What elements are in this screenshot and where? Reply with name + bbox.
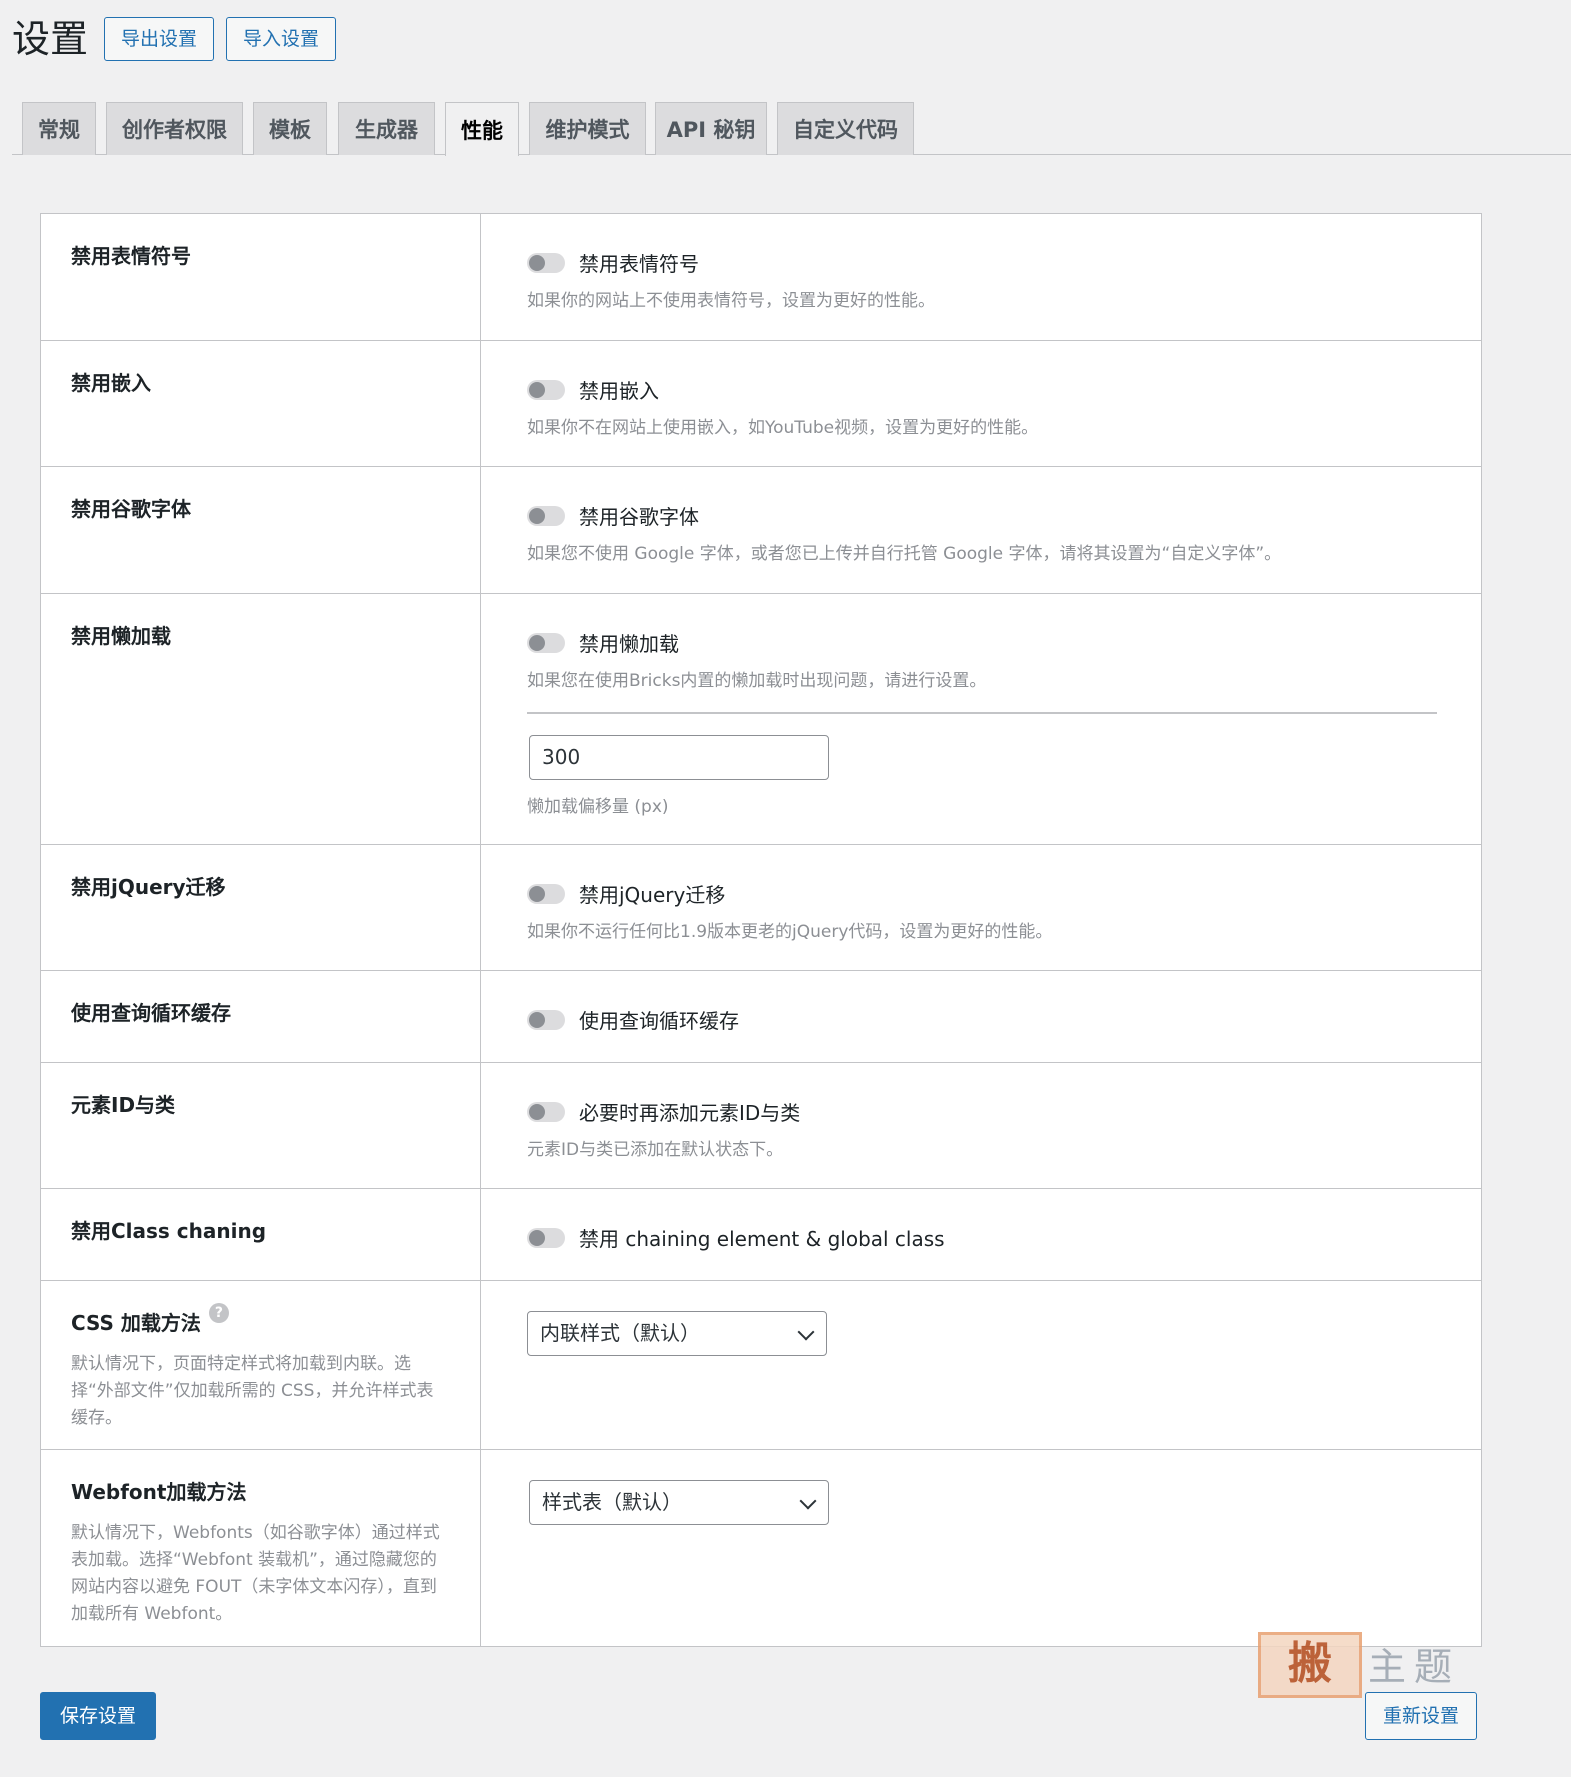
export-settings-button[interactable]: 导出设置 — [104, 17, 215, 61]
toggle-knob — [529, 634, 545, 651]
setting-label: 禁用jQuery迁移 — [71, 875, 226, 899]
chevron-down-icon — [797, 1323, 815, 1341]
setting-description: 默认情况下，页面特定样式将加载到内联。选择“外部文件”仅加载所需的 CSS，并允… — [71, 1354, 434, 1428]
page-title: 设置 — [12, 17, 89, 61]
toggle-label: 禁用 chaining element & global class — [579, 1227, 945, 1251]
setting-description: 如果你不在网站上使用嵌入，如YouTube视频，设置为更好的性能。 — [527, 418, 1039, 438]
setting-row-webfont-loading-method: Webfont加载方法 默认情况下，Webfonts（如谷歌字体）通过样式表加载… — [41, 1449, 1481, 1646]
setting-row-disable-class-chaining: 禁用Class chaning 禁用 chaining element & gl… — [41, 1188, 1481, 1280]
tab-templates[interactable]: 模板 — [253, 102, 327, 155]
toggle-label: 禁用谷歌字体 — [579, 505, 699, 529]
element-id-class-toggle[interactable] — [527, 1101, 565, 1122]
help-icon[interactable]: ? — [208, 1303, 229, 1323]
import-settings-button[interactable]: 导入设置 — [226, 17, 337, 61]
watermark-box: 搬 — [1258, 1632, 1362, 1698]
setting-label: 禁用懒加载 — [71, 624, 171, 648]
tab-builder[interactable]: 生成器 — [338, 102, 435, 155]
setting-row-query-loop-cache: 使用查询循环缓存 使用查询循环缓存 — [41, 970, 1481, 1062]
lazy-load-offset-description: 懒加载偏移量 (px) — [527, 797, 669, 817]
disable-google-fonts-toggle[interactable] — [527, 505, 565, 526]
toggle-label: 使用查询循环缓存 — [579, 1009, 739, 1033]
save-settings-button[interactable]: 保存设置 — [40, 1692, 157, 1740]
selected-value: 内联样式（默认） — [540, 1321, 700, 1345]
setting-description: 默认情况下，Webfonts（如谷歌字体）通过样式表加载。选择“Webfont … — [71, 1523, 440, 1624]
setting-label: Webfont加载方法 — [71, 1480, 247, 1504]
setting-label: 禁用Class chaning — [71, 1219, 267, 1243]
setting-description: 如果您在使用Bricks内置的懒加载时出现问题，请进行设置。 — [527, 671, 987, 691]
toggle-label: 必要时再添加元素ID与类 — [579, 1101, 801, 1125]
lazy-load-offset-input[interactable]: 300 — [529, 735, 829, 780]
toggle-label: 禁用jQuery迁移 — [579, 883, 726, 907]
settings-tabs: 常规 创作者权限 模板 生成器 性能 维护模式 API 秘钥 自定义代码 — [12, 102, 1571, 156]
setting-label: 禁用表情符号 — [71, 244, 191, 268]
setting-row-disable-google-fonts: 禁用谷歌字体 禁用谷歌字体 如果您不使用 Google 字体，或者您已上传并自行… — [41, 466, 1481, 593]
toggle-knob — [529, 254, 545, 271]
tab-maintenance-mode[interactable]: 维护模式 — [529, 102, 646, 155]
setting-row-disable-jquery-migrate: 禁用jQuery迁移 禁用jQuery迁移 如果你不运行任何比1.9版本更老的j… — [41, 844, 1481, 970]
performance-settings-table: 禁用表情符号 禁用表情符号 如果你的网站上不使用表情符号，设置为更好的性能。 禁… — [40, 213, 1482, 1647]
setting-label: 禁用嵌入 — [71, 371, 151, 395]
css-loading-method-select[interactable]: 内联样式（默认） — [527, 1311, 827, 1356]
disable-jquery-migrate-toggle[interactable] — [527, 883, 565, 904]
toggle-label: 禁用懒加载 — [579, 632, 679, 656]
setting-label: 使用查询循环缓存 — [71, 1001, 231, 1025]
query-loop-cache-toggle[interactable] — [527, 1009, 565, 1030]
toggle-knob — [529, 1011, 545, 1028]
setting-description: 如果您不使用 Google 字体，或者您已上传并自行托管 Google 字体，请… — [527, 544, 1282, 564]
setting-row-disable-embed: 禁用嵌入 禁用嵌入 如果你不在网站上使用嵌入，如YouTube视频，设置为更好的… — [41, 340, 1481, 466]
disable-class-chaining-toggle[interactable] — [527, 1227, 565, 1248]
tab-api-keys[interactable]: API 秘钥 — [655, 102, 767, 155]
toggle-knob — [529, 507, 545, 524]
setting-description: 元素ID与类已添加在默认状态下。 — [527, 1140, 784, 1160]
disable-embed-toggle[interactable] — [527, 379, 565, 400]
disable-lazy-load-toggle[interactable] — [527, 632, 565, 653]
chevron-down-icon — [799, 1492, 817, 1510]
setting-description: 如果你的网站上不使用表情符号，设置为更好的性能。 — [527, 291, 935, 311]
toggle-knob — [529, 1103, 545, 1120]
setting-label: 禁用谷歌字体 — [71, 497, 191, 521]
tab-performance[interactable]: 性能 — [445, 102, 519, 156]
setting-row-css-loading-method: CSS 加载方法? 默认情况下，页面特定样式将加载到内联。选择“外部文件”仅加载… — [41, 1280, 1481, 1449]
toggle-label: 禁用嵌入 — [579, 379, 659, 403]
setting-row-disable-emoji: 禁用表情符号 禁用表情符号 如果你的网站上不使用表情符号，设置为更好的性能。 — [41, 214, 1481, 340]
setting-label: CSS 加载方法 — [71, 1311, 201, 1335]
setting-label: 元素ID与类 — [71, 1093, 176, 1117]
reset-settings-button[interactable]: 重新设置 — [1365, 1692, 1478, 1740]
toggle-knob — [529, 885, 545, 902]
tab-general[interactable]: 常规 — [22, 102, 96, 155]
setting-row-element-id-class: 元素ID与类 必要时再添加元素ID与类 元素ID与类已添加在默认状态下。 — [41, 1062, 1481, 1188]
setting-description: 如果你不运行任何比1.9版本更老的jQuery代码，设置为更好的性能。 — [527, 922, 1053, 942]
tab-custom-code[interactable]: 自定义代码 — [777, 102, 914, 155]
divider — [527, 712, 1437, 714]
selected-value: 样式表（默认） — [542, 1490, 682, 1514]
disable-emoji-toggle[interactable] — [527, 252, 565, 273]
setting-row-disable-lazy-load: 禁用懒加载 禁用懒加载 如果您在使用Bricks内置的懒加载时出现问题，请进行设… — [41, 593, 1481, 844]
watermark-text: 主题 — [1368, 1645, 1461, 1689]
toggle-knob — [529, 381, 545, 398]
toggle-label: 禁用表情符号 — [579, 252, 699, 276]
tab-builder-access[interactable]: 创作者权限 — [106, 102, 243, 155]
page-header: 设置 导出设置 导入设置 — [12, 16, 337, 62]
webfont-loading-method-select[interactable]: 样式表（默认） — [529, 1480, 829, 1525]
toggle-knob — [529, 1229, 545, 1246]
